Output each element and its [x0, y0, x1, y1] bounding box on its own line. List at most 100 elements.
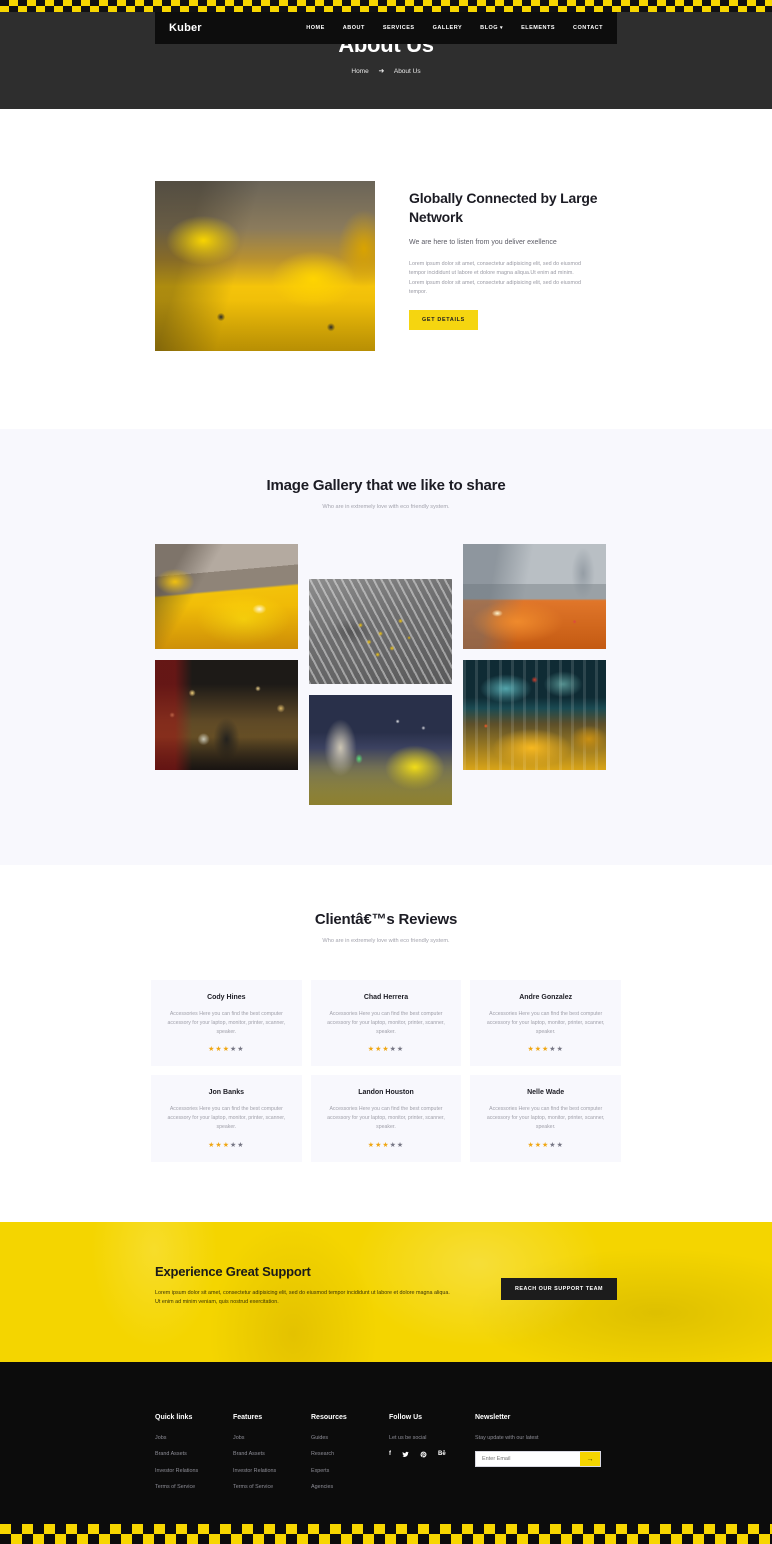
follow-tagline: Let us be social [389, 1434, 427, 1441]
star-icon: ★ [367, 1141, 376, 1149]
star-icon: ★ [237, 1141, 245, 1149]
footer-link[interactable]: Jobs [155, 1435, 233, 1443]
social-links: f Bē [389, 1451, 475, 1460]
gallery-item-2[interactable] [155, 660, 298, 770]
star-icon: ★ [222, 1046, 230, 1054]
reach-support-team-button[interactable]: REACH OUR SUPPORT TEAM [501, 1277, 617, 1300]
gallery-section: Image Gallery that we like to share Who … [0, 429, 772, 865]
gallery-item-5[interactable] [463, 544, 606, 649]
footer-link[interactable]: Jobs [233, 1435, 311, 1443]
nav-links: HOME ABOUT SERVICES GALLERY BLOG ▾ ELEMEN… [306, 25, 603, 31]
star-icon: ★ [222, 1141, 230, 1149]
gallery-item-6[interactable] [463, 660, 606, 770]
star-icon: ★ [396, 1141, 405, 1149]
review-card: Nelle Wade Accessories Here you can find… [470, 1075, 621, 1162]
star-rating: ★★★★★ [322, 1141, 451, 1149]
review-text: Accessories Here you can find the best c… [167, 1011, 286, 1036]
nav-item-blog[interactable]: BLOG ▾ [480, 25, 503, 31]
review-name: Chad Herrera [363, 994, 409, 1001]
review-name: Nelle Wade [527, 1089, 565, 1097]
review-name: Cody Hines [207, 994, 246, 1001]
support-section: Experience Great Support Lorem ipsum dol… [0, 1221, 772, 1362]
nav-item-home[interactable]: HOME [306, 25, 325, 31]
breadcrumb-home[interactable]: Home [351, 68, 368, 75]
star-rating: ★★★★★ [481, 1045, 610, 1053]
footer-column-resources: Resources Guides Research Experts Agenci… [311, 1414, 389, 1501]
star-rating: ★★★★★ [162, 1141, 291, 1149]
footer-column-title: Follow Us [389, 1413, 423, 1421]
nav-item-services[interactable]: SERVICES [383, 25, 415, 31]
review-card: Andre Gonzalez Accessories Here you can … [470, 980, 621, 1067]
breadcrumb: Home ➜ About Us [0, 67, 772, 75]
newsletter-form: → [475, 1451, 601, 1468]
star-icon: ★ [389, 1046, 397, 1054]
gallery-subtitle: Who are in extremely love with eco frien… [322, 504, 450, 510]
gallery-item-4[interactable] [309, 695, 452, 805]
reviews-subtitle: Who are in extremely love with eco frien… [322, 938, 450, 944]
footer-column-features: Features Jobs Brand Assets Investor Rela… [233, 1414, 311, 1501]
nav-item-about[interactable]: ABOUT [343, 25, 365, 31]
gallery-grid [155, 544, 617, 805]
twitter-icon[interactable] [402, 1451, 409, 1460]
star-icon: ★ [215, 1141, 223, 1149]
navbar: Kuber HOME ABOUT SERVICES GALLERY BLOG ▾ … [155, 12, 617, 44]
footer-link[interactable]: Investor Relations [233, 1468, 311, 1476]
nav-item-contact[interactable]: CONTACT [573, 25, 603, 31]
footer-link[interactable]: Research [311, 1451, 389, 1459]
footer-link[interactable]: Brand Assets [233, 1451, 311, 1459]
support-heading: Experience Great Support [155, 1263, 311, 1279]
footer-link[interactable]: Agencies [311, 1484, 389, 1492]
gallery-item-3[interactable] [309, 579, 452, 684]
newsletter-tagline: Stay update with our latest [475, 1434, 539, 1441]
review-name: Jon Banks [208, 1089, 245, 1097]
star-icon: ★ [549, 1141, 557, 1149]
newsletter-submit-button[interactable]: → [580, 1452, 600, 1467]
review-name: Landon Houston [358, 1089, 414, 1097]
nav-item-elements[interactable]: ELEMENTS [521, 25, 555, 31]
arrow-right-icon: ➜ [378, 68, 385, 75]
footer-column-title: Newsletter [475, 1413, 511, 1421]
about-body: Lorem ipsum dolor sit amet, consectetur … [409, 260, 581, 295]
footer-link[interactable]: Investor Relations [155, 1468, 233, 1476]
nav-item-gallery[interactable]: GALLERY [433, 25, 463, 31]
footer-link[interactable]: Terms of Service [233, 1484, 311, 1492]
review-text: Accessories Here you can find the best c… [486, 1011, 605, 1036]
brand-logo[interactable]: Kuber [169, 22, 202, 34]
footer-column-title: Resources [311, 1413, 347, 1421]
star-icon: ★ [367, 1046, 376, 1054]
review-text: Accessories Here you can find the best c… [486, 1106, 605, 1131]
star-icon: ★ [534, 1046, 543, 1054]
footer-link[interactable]: Brand Assets [155, 1451, 233, 1459]
facebook-icon[interactable]: f [389, 1451, 391, 1460]
footer-link[interactable]: Terms of Service [155, 1484, 233, 1492]
checker-strip-bottom [0, 1520, 772, 1544]
footer-link[interactable]: Guides [311, 1435, 389, 1443]
star-icon: ★ [556, 1141, 564, 1149]
star-icon: ★ [237, 1046, 245, 1054]
behance-icon[interactable]: Bē [438, 1451, 446, 1460]
footer-column-follow-us: Follow Us Let us be social f Bē [389, 1414, 475, 1501]
pinterest-icon[interactable] [420, 1451, 427, 1460]
review-text: Accessories Here you can find the best c… [167, 1106, 286, 1131]
star-icon: ★ [549, 1046, 557, 1054]
review-card: Jon Banks Accessories Here you can find … [151, 1075, 302, 1162]
breadcrumb-current: About Us [393, 68, 421, 75]
about-section: Globally Connected by Large Network We a… [0, 109, 772, 429]
gallery-title: Image Gallery that we like to share [266, 477, 506, 494]
star-icon: ★ [534, 1141, 543, 1149]
star-rating: ★★★★★ [322, 1045, 451, 1053]
review-card: Cody Hines Accessories Here you can find… [151, 980, 302, 1067]
get-details-button[interactable]: GET DETAILS [409, 310, 478, 331]
chevron-down-icon: ▾ [500, 25, 504, 31]
review-text: Accessories Here you can find the best c… [327, 1011, 445, 1036]
nav-item-blog-label: BLOG [480, 25, 499, 31]
star-icon: ★ [556, 1046, 564, 1054]
footer-column-quick-links: Quick links Jobs Brand Assets Investor R… [155, 1414, 233, 1501]
gallery-item-1[interactable] [155, 544, 298, 649]
star-rating: ★★★★★ [162, 1045, 291, 1053]
newsletter-email-input[interactable] [476, 1452, 580, 1467]
footer-link[interactable]: Experts [311, 1468, 389, 1476]
page-root: Kuber HOME ABOUT SERVICES GALLERY BLOG ▾ … [0, 0, 772, 1544]
star-icon: ★ [396, 1046, 405, 1054]
star-icon: ★ [527, 1046, 535, 1054]
